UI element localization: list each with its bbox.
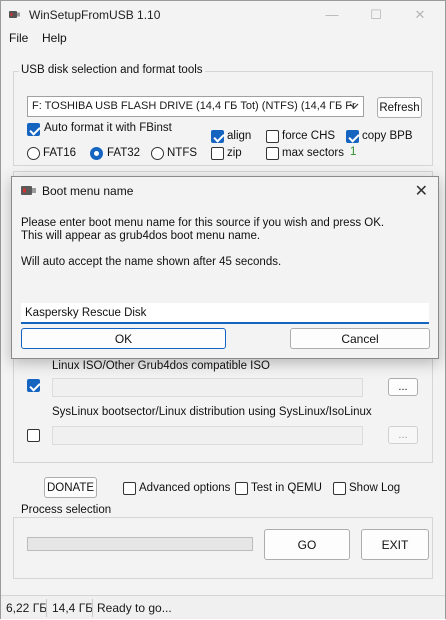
align-checkbox[interactable]: [211, 130, 224, 143]
dialog-cancel-button[interactable]: Cancel: [290, 328, 430, 349]
usb-drive-icon: [21, 186, 36, 195]
fat16-label: FAT16: [43, 147, 77, 159]
exit-button[interactable]: EXIT: [361, 529, 429, 560]
status-bar: 6,22 ГБ 14,4 ГБ Ready to go...: [1, 595, 445, 619]
donate-button[interactable]: DONATE: [44, 477, 97, 498]
usb-disk-select-value: F: TOSHIBA USB FLASH DRIVE (14,4 ГБ Tot)…: [32, 100, 356, 112]
max-sectors-checkbox[interactable]: [266, 147, 279, 160]
fat32-label: FAT32: [107, 147, 141, 159]
progress-bar: [27, 537, 253, 551]
test-qemu-label: Test in QEMU: [251, 482, 322, 494]
dialog-instruction-line-2: This will appear as grub4dos boot menu n…: [21, 230, 261, 242]
ntfs-radio[interactable]: [151, 147, 164, 160]
align-label: align: [227, 130, 252, 142]
syslinux-label: SysLinux bootsector/Linux distribution u…: [52, 406, 372, 418]
title-bar: WinSetupFromUSB 1.10 — ☐ ✕: [1, 1, 445, 29]
refresh-button[interactable]: Refresh: [377, 97, 422, 118]
dialog-title-bar: Boot menu name ✕: [12, 177, 438, 205]
force-chs-checkbox[interactable]: [266, 130, 279, 143]
status-message: Ready to go...: [97, 601, 172, 615]
go-button[interactable]: GO: [264, 529, 350, 560]
linux-iso-path-field[interactable]: [52, 378, 363, 397]
linux-iso-checkbox[interactable]: [27, 379, 40, 392]
ntfs-label: NTFS: [167, 147, 198, 159]
max-sectors-label: max sectors: [282, 147, 344, 159]
status-free-space: 6,22 ГБ: [6, 601, 48, 615]
show-log-checkbox[interactable]: [333, 482, 346, 495]
usb-drive-icon: [9, 11, 20, 18]
fat16-radio[interactable]: [27, 147, 40, 160]
dialog-ok-button[interactable]: OK: [21, 328, 226, 349]
process-group-title: Process selection: [19, 504, 114, 516]
auto-format-checkbox[interactable]: [27, 123, 40, 136]
dialog-close-icon[interactable]: ✕: [415, 181, 428, 201]
linux-iso-browse-button[interactable]: ...: [388, 378, 418, 396]
status-separator: [46, 599, 47, 617]
window-title: WinSetupFromUSB 1.10: [29, 8, 161, 22]
close-button[interactable]: ✕: [410, 5, 430, 25]
fat32-radio[interactable]: [90, 147, 103, 160]
count-value: 1: [350, 146, 357, 158]
status-total-space: 14,4 ГБ: [52, 601, 94, 615]
syslinux-checkbox[interactable]: [27, 429, 40, 442]
syslinux-browse-button[interactable]: ...: [388, 426, 418, 444]
linux-iso-label: Linux ISO/Other Grub4dos compatible ISO: [52, 360, 270, 372]
dialog-instruction-line-1: Please enter boot menu name for this sou…: [21, 217, 385, 229]
chevron-down-icon: [349, 103, 359, 109]
zip-label: zip: [227, 147, 242, 159]
menu-bar: File Help: [1, 29, 445, 49]
copy-bpb-label: copy BPB: [362, 130, 413, 142]
advanced-options-checkbox[interactable]: [123, 482, 136, 495]
boot-menu-name-dialog: Boot menu name ✕ Please enter boot menu …: [11, 176, 439, 359]
menu-file[interactable]: File: [9, 31, 28, 45]
usb-disk-select[interactable]: F: TOSHIBA USB FLASH DRIVE (14,4 ГБ Tot)…: [27, 96, 364, 117]
dialog-timeout-text: Will auto accept the name shown after 45…: [21, 256, 282, 268]
advanced-options-label: Advanced options: [139, 482, 231, 494]
usb-group-title: USB disk selection and format tools: [19, 64, 205, 76]
syslinux-path-field[interactable]: [52, 426, 363, 445]
force-chs-label: force CHS: [282, 130, 336, 142]
maximize-button[interactable]: ☐: [366, 5, 386, 25]
menu-help[interactable]: Help: [42, 31, 67, 45]
show-log-label: Show Log: [349, 482, 401, 494]
dialog-title: Boot menu name: [42, 184, 134, 198]
status-separator: [92, 599, 93, 617]
auto-format-label: Auto format it with FBinst: [44, 122, 172, 134]
zip-checkbox[interactable]: [211, 147, 224, 160]
boot-menu-name-input[interactable]: [21, 303, 429, 324]
copy-bpb-checkbox[interactable]: [346, 130, 359, 143]
minimize-button[interactable]: —: [322, 5, 342, 25]
test-qemu-checkbox[interactable]: [235, 482, 248, 495]
main-window: WinSetupFromUSB 1.10 — ☐ ✕ File Help USB…: [0, 0, 446, 619]
